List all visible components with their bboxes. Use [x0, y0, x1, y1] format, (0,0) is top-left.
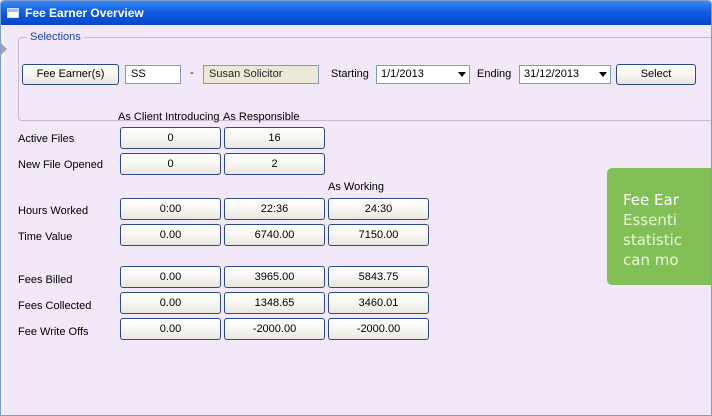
ending-date-value: 31/12/2013	[524, 68, 580, 80]
client-area: Selections Fee Earner(s) SS - Susan Soli…	[3, 25, 711, 415]
header-client-introducing: As Client Introducing	[118, 111, 220, 123]
pointer-marker-icon	[1, 43, 7, 55]
chevron-down-icon	[599, 72, 607, 77]
starting-date-value: 1/1/2013	[381, 68, 424, 80]
fee-write-offs-responsible: -2000.00	[224, 318, 325, 340]
callout-line-4: can mo	[623, 251, 679, 269]
fees-billed-working: 5843.75	[328, 266, 429, 288]
window-title: Fee Earner Overview	[25, 6, 144, 20]
feature-callout: Fee Ear Essenti statistic can mo	[607, 168, 711, 285]
hours-worked-working: 24:30	[328, 198, 429, 220]
fees-collected-responsible: 1348.65	[224, 292, 325, 314]
fee-write-offs-working: -2000.00	[328, 318, 429, 340]
starting-date-select[interactable]: 1/1/2013	[376, 65, 470, 84]
time-value-responsible: 6740.00	[224, 224, 325, 246]
new-file-client-introducing: 0	[120, 153, 221, 175]
fees-collected-client-introducing: 0.00	[120, 292, 221, 314]
header-responsible: As Responsible	[223, 111, 300, 123]
fees-billed-responsible: 3965.00	[224, 266, 325, 288]
title-bar[interactable]: Fee Earner Overview	[1, 1, 711, 25]
ending-date-select[interactable]: 31/12/2013	[519, 65, 611, 84]
select-button[interactable]: Select	[616, 64, 696, 85]
active-files-responsible: 16	[224, 127, 325, 149]
row-label-fee-write-offs: Fee Write Offs	[18, 326, 89, 338]
fees-billed-client-introducing: 0.00	[120, 266, 221, 288]
starting-label: Starting	[331, 68, 369, 80]
row-label-time-value: Time Value	[18, 231, 73, 243]
fee-earner-name-field: Susan Solicitor	[203, 65, 319, 84]
fee-earner-overview-window: Fee Earner Overview Selections Fee Earne…	[0, 0, 712, 416]
fee-earner-code-field[interactable]: SS	[125, 65, 181, 84]
hours-worked-client-introducing: 0:00	[120, 198, 221, 220]
row-label-active-files: Active Files	[18, 133, 75, 145]
hours-worked-responsible: 22:36	[224, 198, 325, 220]
callout-line-3: statistic	[623, 231, 683, 249]
callout-line-1: Fee Ear	[623, 191, 679, 209]
row-label-new-file-opened: New File Opened	[18, 159, 103, 171]
row-label-fees-billed: Fees Billed	[18, 274, 73, 286]
time-value-working: 7150.00	[328, 224, 429, 246]
code-name-separator: -	[190, 67, 194, 79]
chevron-down-icon	[458, 72, 466, 77]
row-label-hours-worked: Hours Worked	[18, 205, 89, 217]
ending-label: Ending	[477, 68, 512, 80]
app-window-icon	[7, 8, 19, 18]
time-value-client-introducing: 0.00	[120, 224, 221, 246]
fees-collected-working: 3460.01	[328, 292, 429, 314]
callout-line-2: Essenti	[623, 211, 677, 229]
new-file-responsible: 2	[224, 153, 325, 175]
active-files-client-introducing: 0	[120, 127, 221, 149]
fee-write-offs-client-introducing: 0.00	[120, 318, 221, 340]
fee-earners-button[interactable]: Fee Earner(s)	[22, 64, 119, 85]
header-working: As Working	[328, 181, 385, 193]
selections-legend: Selections	[27, 31, 84, 43]
row-label-fees-collected: Fees Collected	[18, 300, 92, 312]
